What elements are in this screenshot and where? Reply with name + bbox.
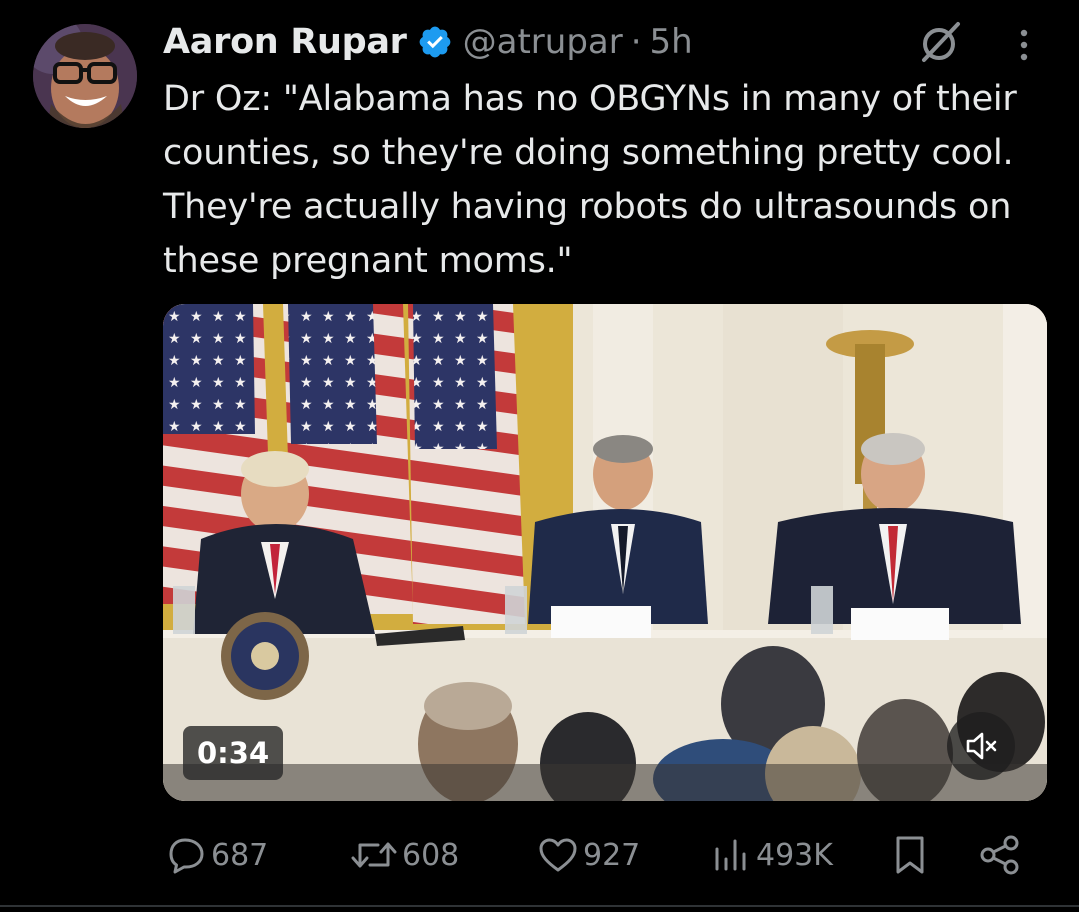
reply-icon bbox=[169, 838, 204, 874]
more-options-icon[interactable] bbox=[1012, 25, 1036, 65]
views-chart-icon bbox=[715, 839, 746, 871]
divider bbox=[0, 905, 1079, 907]
verified-badge-icon[interactable] bbox=[417, 24, 453, 60]
tweet-text: Dr Oz: "Alabama has no OBGYNs in many of… bbox=[163, 79, 1017, 281]
reply-count: 687 bbox=[211, 837, 269, 873]
views-button[interactable]: 493K bbox=[710, 832, 833, 878]
share-button[interactable] bbox=[978, 832, 1022, 878]
like-count: 927 bbox=[583, 837, 641, 873]
heart-icon bbox=[539, 838, 577, 872]
header-separator: · bbox=[630, 22, 642, 62]
view-count: 493K bbox=[756, 837, 833, 873]
bookmark-button[interactable] bbox=[890, 832, 930, 878]
repost-button[interactable]: 608 bbox=[350, 832, 459, 878]
grok-icon[interactable] bbox=[918, 20, 964, 64]
tweet-timestamp[interactable]: 5h bbox=[650, 22, 693, 62]
repost-count: 608 bbox=[402, 837, 460, 873]
like-button[interactable]: 927 bbox=[537, 832, 640, 878]
reply-button[interactable]: 687 bbox=[167, 832, 268, 878]
video-thumbnail: ★ bbox=[163, 304, 1047, 801]
author-display-name[interactable]: Aaron Rupar bbox=[163, 22, 407, 62]
tweet-action-bar: 687 608 927 493K bbox=[0, 832, 1079, 878]
repost-icon bbox=[351, 842, 397, 868]
mute-toggle-button[interactable] bbox=[947, 712, 1015, 780]
speaker-muted-icon bbox=[966, 732, 997, 760]
video-player[interactable]: ★ bbox=[163, 304, 1047, 801]
share-icon bbox=[980, 835, 1019, 875]
author-handle[interactable]: @atrupar bbox=[463, 22, 623, 62]
video-duration: 0:34 bbox=[183, 726, 284, 780]
avatar[interactable] bbox=[33, 24, 137, 128]
bookmark-icon bbox=[896, 836, 924, 874]
tweet-header: Aaron Rupar @atrupar · 5h bbox=[163, 18, 693, 66]
